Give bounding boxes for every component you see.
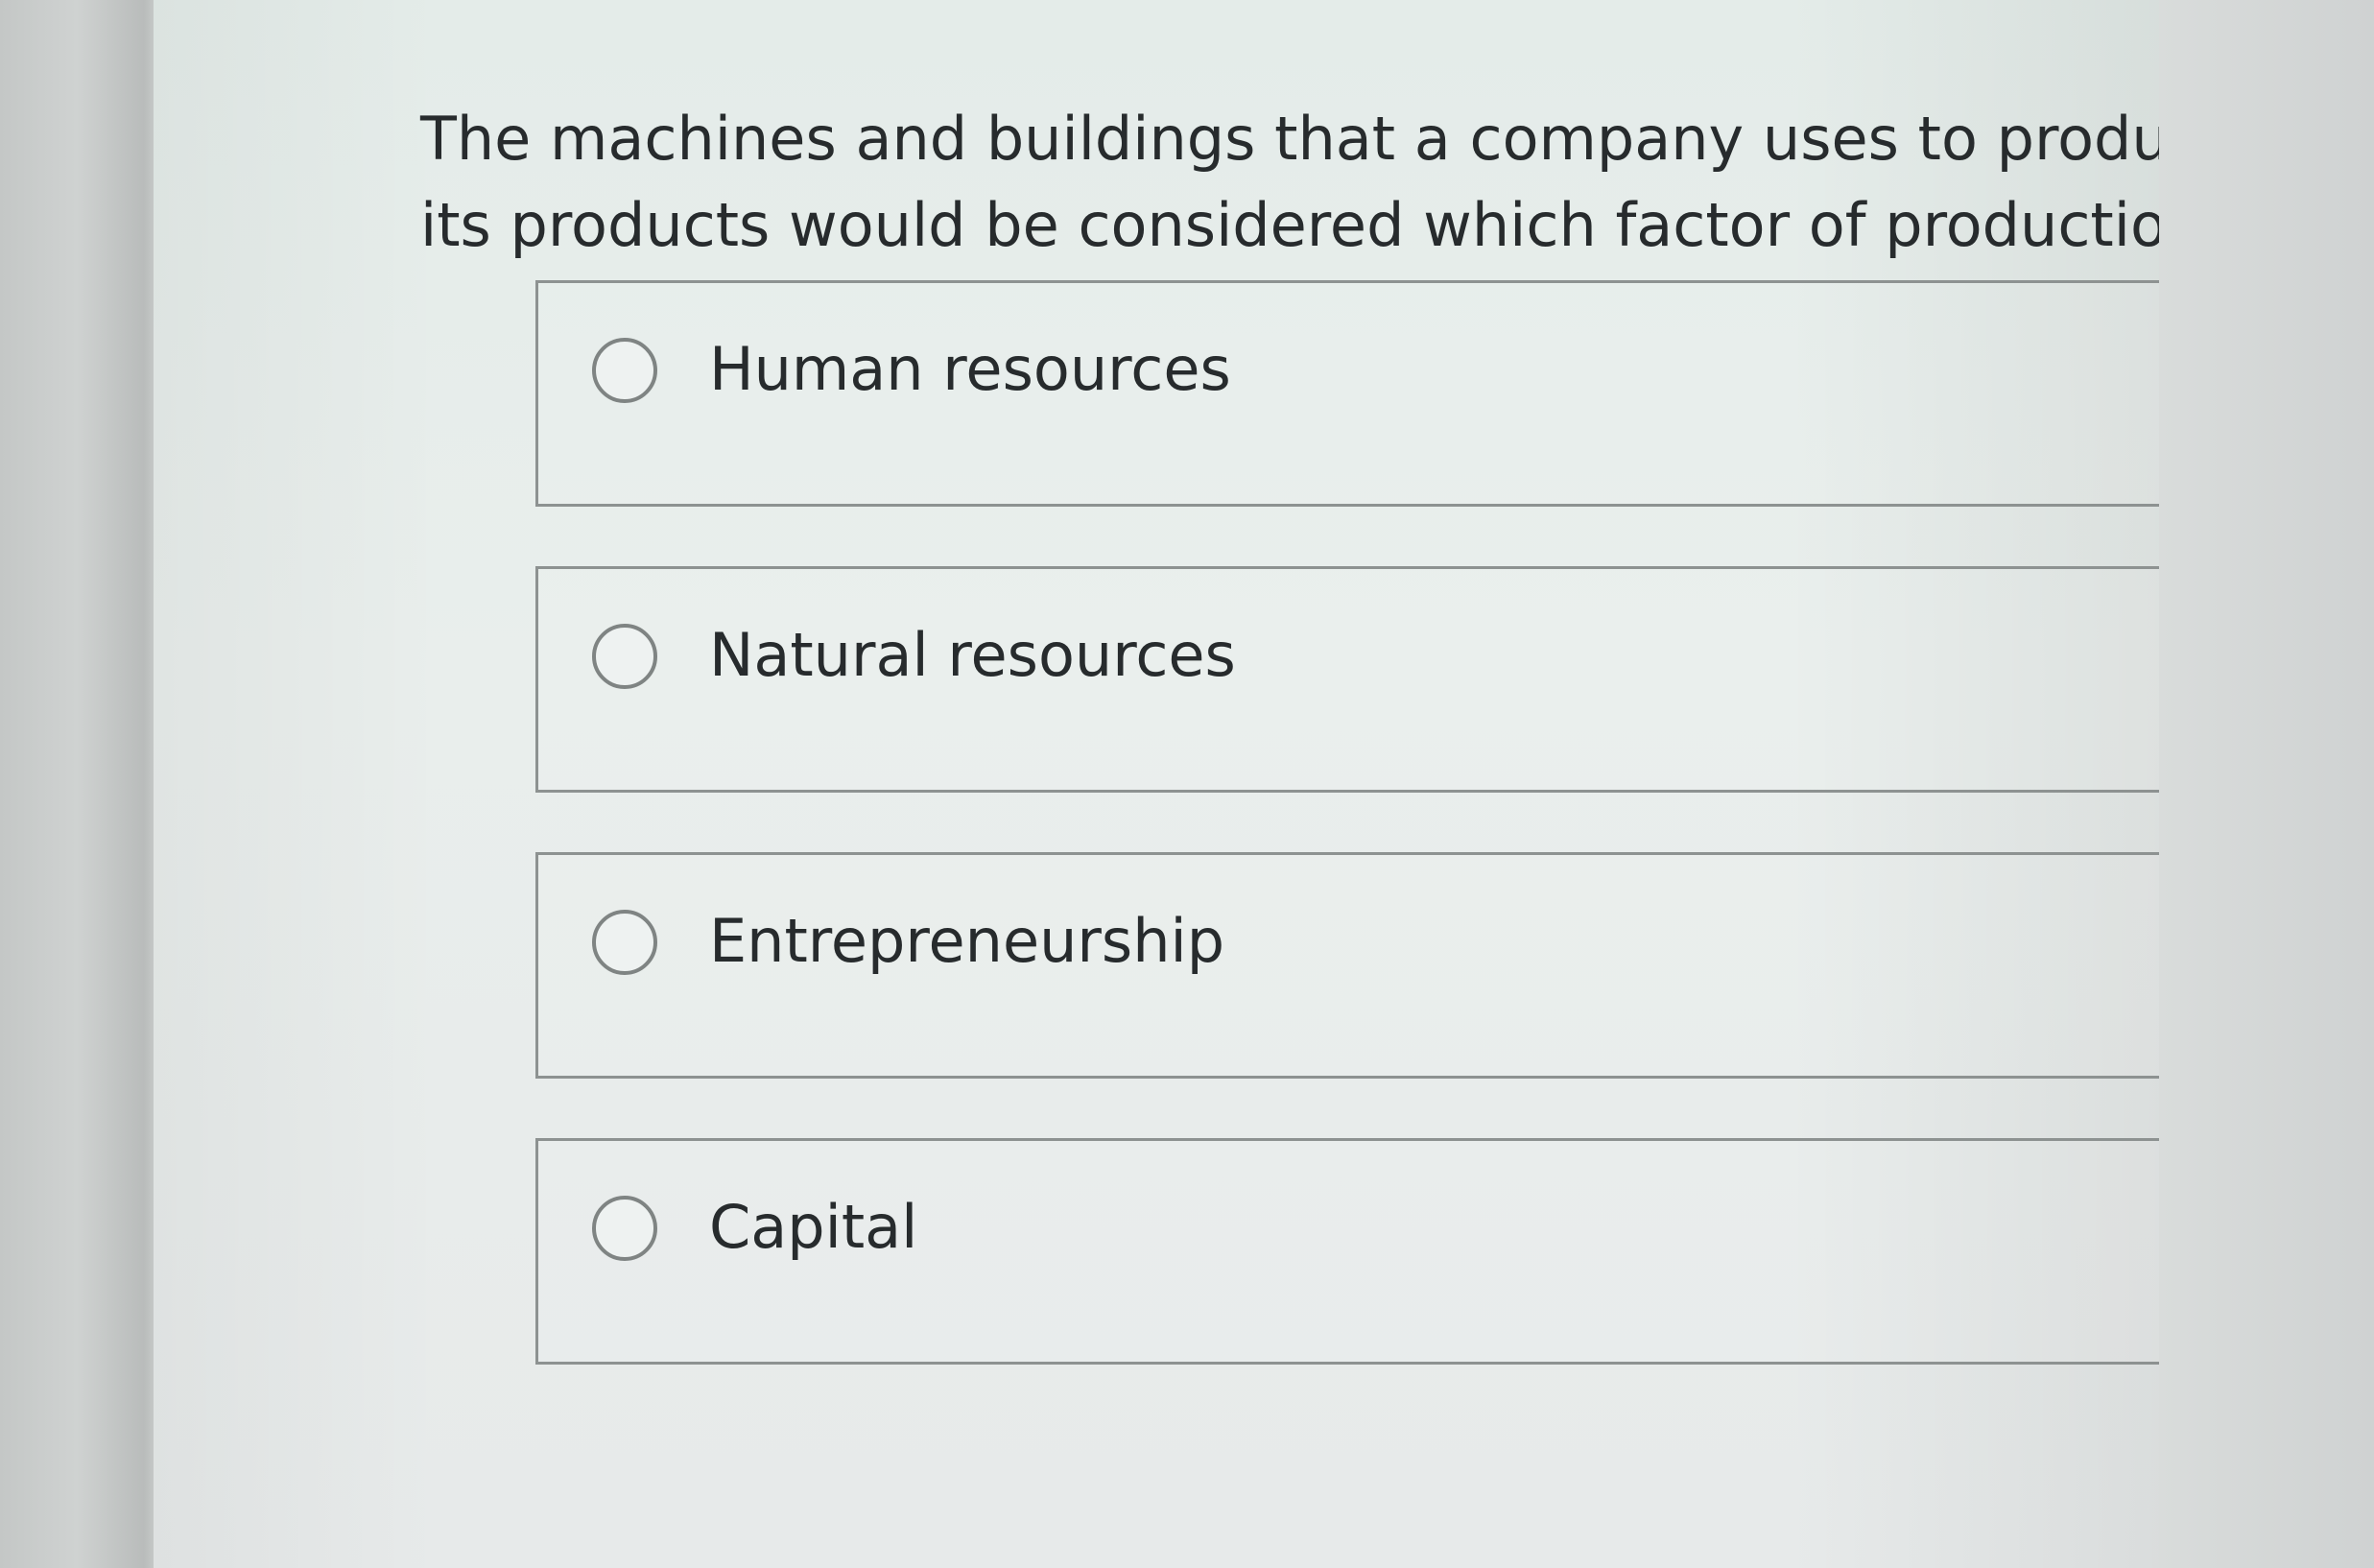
answer-option-entrepreneurship[interactable]: Entrepreneurship — [535, 852, 2188, 1079]
radio-button-icon[interactable] — [592, 338, 657, 403]
answer-option-label: Capital — [709, 1192, 918, 1262]
answer-option-natural-resources[interactable]: Natural resources — [535, 566, 2188, 793]
quiz-page: The machines and buildings that a compan… — [154, 0, 2239, 1568]
answer-option-label: Human resources — [709, 334, 1231, 404]
radio-button-icon[interactable] — [592, 624, 657, 689]
answer-option-capital[interactable]: Capital — [535, 1138, 2188, 1365]
answer-options: Human resources Natural resources Entrep… — [535, 280, 2188, 1424]
answer-option-label: Natural resources — [709, 620, 1236, 690]
answer-option-human-resources[interactable]: Human resources — [535, 280, 2188, 507]
question-text: The machines and buildings that a compan… — [420, 104, 2239, 260]
radio-button-icon[interactable] — [592, 1196, 657, 1261]
right-margin — [2159, 0, 2374, 1568]
answer-option-label: Entrepreneurship — [709, 906, 1225, 976]
radio-button-icon[interactable] — [592, 910, 657, 975]
